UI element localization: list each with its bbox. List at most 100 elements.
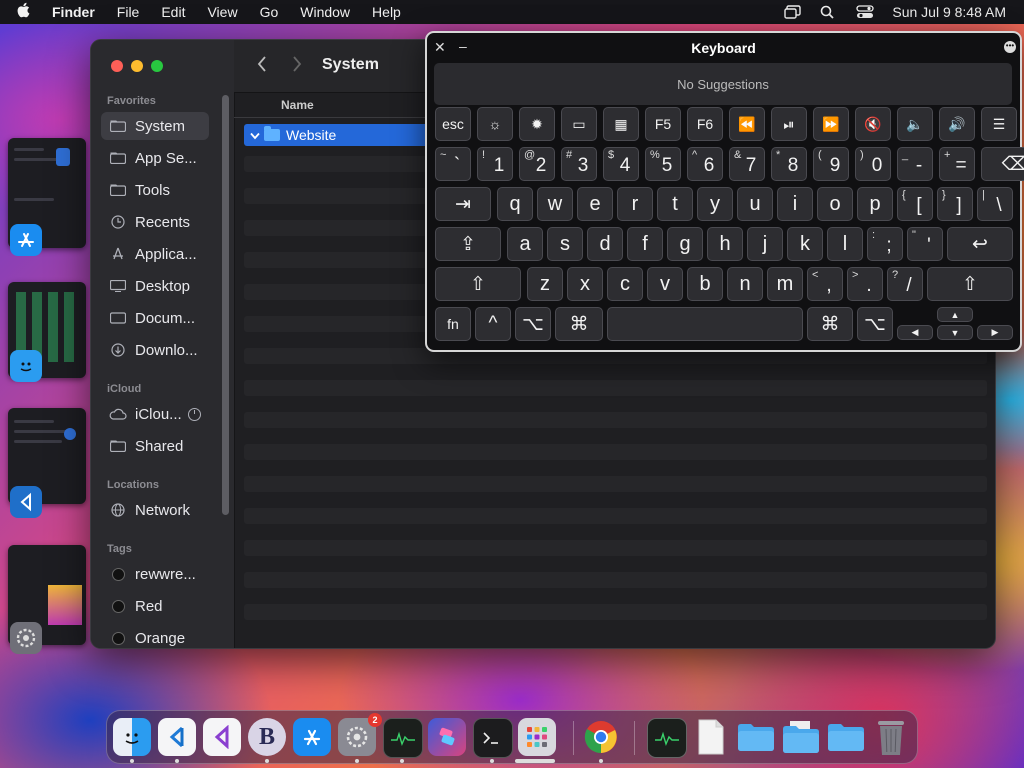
key-control[interactable]: ^ — [475, 307, 511, 341]
key-p[interactable]: p — [857, 187, 893, 221]
key-j[interactable]: j — [747, 227, 783, 261]
control-center-icon[interactable] — [856, 5, 875, 19]
key-left-bracket[interactable]: {[ — [897, 187, 933, 221]
key-launchpad[interactable]: ▦ — [603, 107, 639, 141]
spotlight-search-icon[interactable] — [820, 5, 838, 19]
more-options-icon[interactable]: ••• — [1004, 41, 1016, 53]
close-window-button[interactable] — [111, 60, 123, 72]
key-e[interactable]: e — [577, 187, 613, 221]
key-l[interactable]: l — [827, 227, 863, 261]
key-9[interactable]: (9 — [813, 147, 849, 181]
sidebar-item-icloud-drive[interactable]: iClou... — [101, 400, 209, 428]
dock-activity-monitor-window-icon[interactable] — [647, 718, 687, 758]
key-3[interactable]: #3 — [561, 147, 597, 181]
key-command-right[interactable]: ⌘ — [807, 307, 853, 341]
sidebar-item-downloads[interactable]: Downlo... — [101, 336, 209, 364]
key-play-pause[interactable]: ⏯ — [771, 107, 807, 141]
sidebar-item-tag-rewwre[interactable]: rewwre... — [101, 560, 209, 588]
key-right-bracket[interactable]: }] — [937, 187, 973, 221]
key-f6[interactable]: F6 — [687, 107, 723, 141]
menu-file[interactable]: File — [117, 4, 140, 20]
back-button[interactable] — [256, 55, 268, 79]
key-tab[interactable]: ⇥ — [435, 187, 491, 221]
key-a[interactable]: a — [507, 227, 543, 261]
key-brightness-down[interactable]: ☼ — [477, 107, 513, 141]
key-arrow-left[interactable]: ◀ — [897, 325, 933, 340]
key-c[interactable]: c — [607, 267, 643, 301]
sidebar-item-applications[interactable]: Applica... — [101, 240, 209, 268]
key-s[interactable]: s — [547, 227, 583, 261]
key-=[interactable]: + = — [939, 147, 975, 181]
key-menu[interactable]: ☰ — [981, 107, 1017, 141]
key-esc[interactable]: esc — [435, 107, 471, 141]
key-option-right[interactable]: ⌥ — [857, 307, 893, 341]
dock-visual-studio-icon[interactable] — [203, 718, 241, 756]
sidebar-item-network[interactable]: Network — [101, 496, 209, 524]
key-i[interactable]: i — [777, 187, 813, 221]
sidebar-item-tag-orange[interactable]: Orange — [101, 624, 209, 648]
menu-help[interactable]: Help — [372, 4, 401, 20]
key-space[interactable] — [607, 307, 803, 341]
table-row[interactable] — [244, 604, 987, 620]
key-delete[interactable]: ⌫ — [981, 147, 1024, 181]
dock-finder-icon[interactable] — [113, 718, 151, 756]
key-caps-lock[interactable]: ⇪ — [435, 227, 501, 261]
sidebar-item-tag-red[interactable]: Red — [101, 592, 209, 620]
key-5[interactable]: % 5 — [645, 147, 681, 181]
key-option-left[interactable]: ⌥ — [515, 307, 551, 341]
key-backslash[interactable]: | \ — [977, 187, 1013, 221]
zoom-window-button[interactable] — [151, 60, 163, 72]
key-d[interactable]: d — [587, 227, 623, 261]
key-n[interactable]: n — [727, 267, 763, 301]
dock-launchpad-icon[interactable] — [518, 718, 556, 756]
key-6[interactable]: ^ 6 — [687, 147, 723, 181]
sidebar-scrollbar[interactable] — [222, 95, 229, 515]
sidebar-item-shared[interactable]: Shared — [101, 432, 209, 460]
key-command-left[interactable]: ⌘ — [555, 307, 603, 341]
dock-system-settings-icon[interactable]: 2 — [338, 713, 382, 756]
list-item-website[interactable]: Website — [244, 124, 424, 146]
menu-clock[interactable]: Sun Jul 9 8:48 AM — [892, 4, 1006, 20]
key-semicolon[interactable]: :; — [867, 227, 903, 261]
key--[interactable]: _ - — [897, 147, 933, 181]
key-g[interactable]: g — [667, 227, 703, 261]
sidebar-item-recents[interactable]: Recents — [101, 208, 209, 236]
dock-folder-icon-2[interactable] — [827, 718, 865, 756]
key-brightness-up[interactable]: ✹ — [519, 107, 555, 141]
key-b[interactable]: b — [687, 267, 723, 301]
key-x[interactable]: x — [567, 267, 603, 301]
key-o[interactable]: o — [817, 187, 853, 221]
sidebar-item-system[interactable]: System — [101, 112, 209, 140]
key-shift-left[interactable]: ⇧ — [435, 267, 521, 301]
vscode-icon[interactable] — [10, 486, 42, 518]
key-backtick[interactable]: ~ ` — [435, 147, 471, 181]
key-fn[interactable]: fn — [435, 307, 471, 341]
menu-app-finder[interactable]: Finder — [52, 4, 95, 20]
sidebar-item-documents[interactable]: Docum... — [101, 304, 209, 332]
key-2[interactable]: @2 — [519, 147, 555, 181]
finder-dock-icon[interactable] — [10, 350, 42, 382]
dock-app-store-icon[interactable] — [293, 718, 331, 756]
key-y[interactable]: y — [697, 187, 733, 221]
key-fast-forward[interactable]: ⏩ — [813, 107, 849, 141]
key-shift-right[interactable]: ⇧ — [927, 267, 1013, 301]
system-settings-icon[interactable] — [10, 622, 42, 654]
sidebar-item-tools[interactable]: Tools — [101, 176, 209, 204]
key-comma[interactable]: <, — [807, 267, 843, 301]
menu-window[interactable]: Window — [300, 4, 350, 20]
disclosure-chevron-icon[interactable] — [250, 127, 260, 143]
key-return[interactable]: ↩ — [947, 227, 1013, 261]
table-row[interactable] — [244, 380, 987, 396]
dock-shortcuts-icon[interactable] — [428, 718, 466, 756]
key-t[interactable]: t — [657, 187, 693, 221]
dock-terminal-icon[interactable] — [473, 718, 513, 758]
menu-go[interactable]: Go — [260, 4, 279, 20]
key-4[interactable]: $4 — [603, 147, 639, 181]
key-v[interactable]: v — [647, 267, 683, 301]
column-header-name[interactable]: Name — [281, 98, 314, 112]
key-8[interactable]: * 8 — [771, 147, 807, 181]
sidebar-item-app-services[interactable]: App Se... — [101, 144, 209, 172]
dock-activity-monitor-icon[interactable] — [383, 718, 423, 758]
menu-edit[interactable]: Edit — [161, 4, 185, 20]
key-arrow-right[interactable]: ▶ — [977, 325, 1013, 340]
